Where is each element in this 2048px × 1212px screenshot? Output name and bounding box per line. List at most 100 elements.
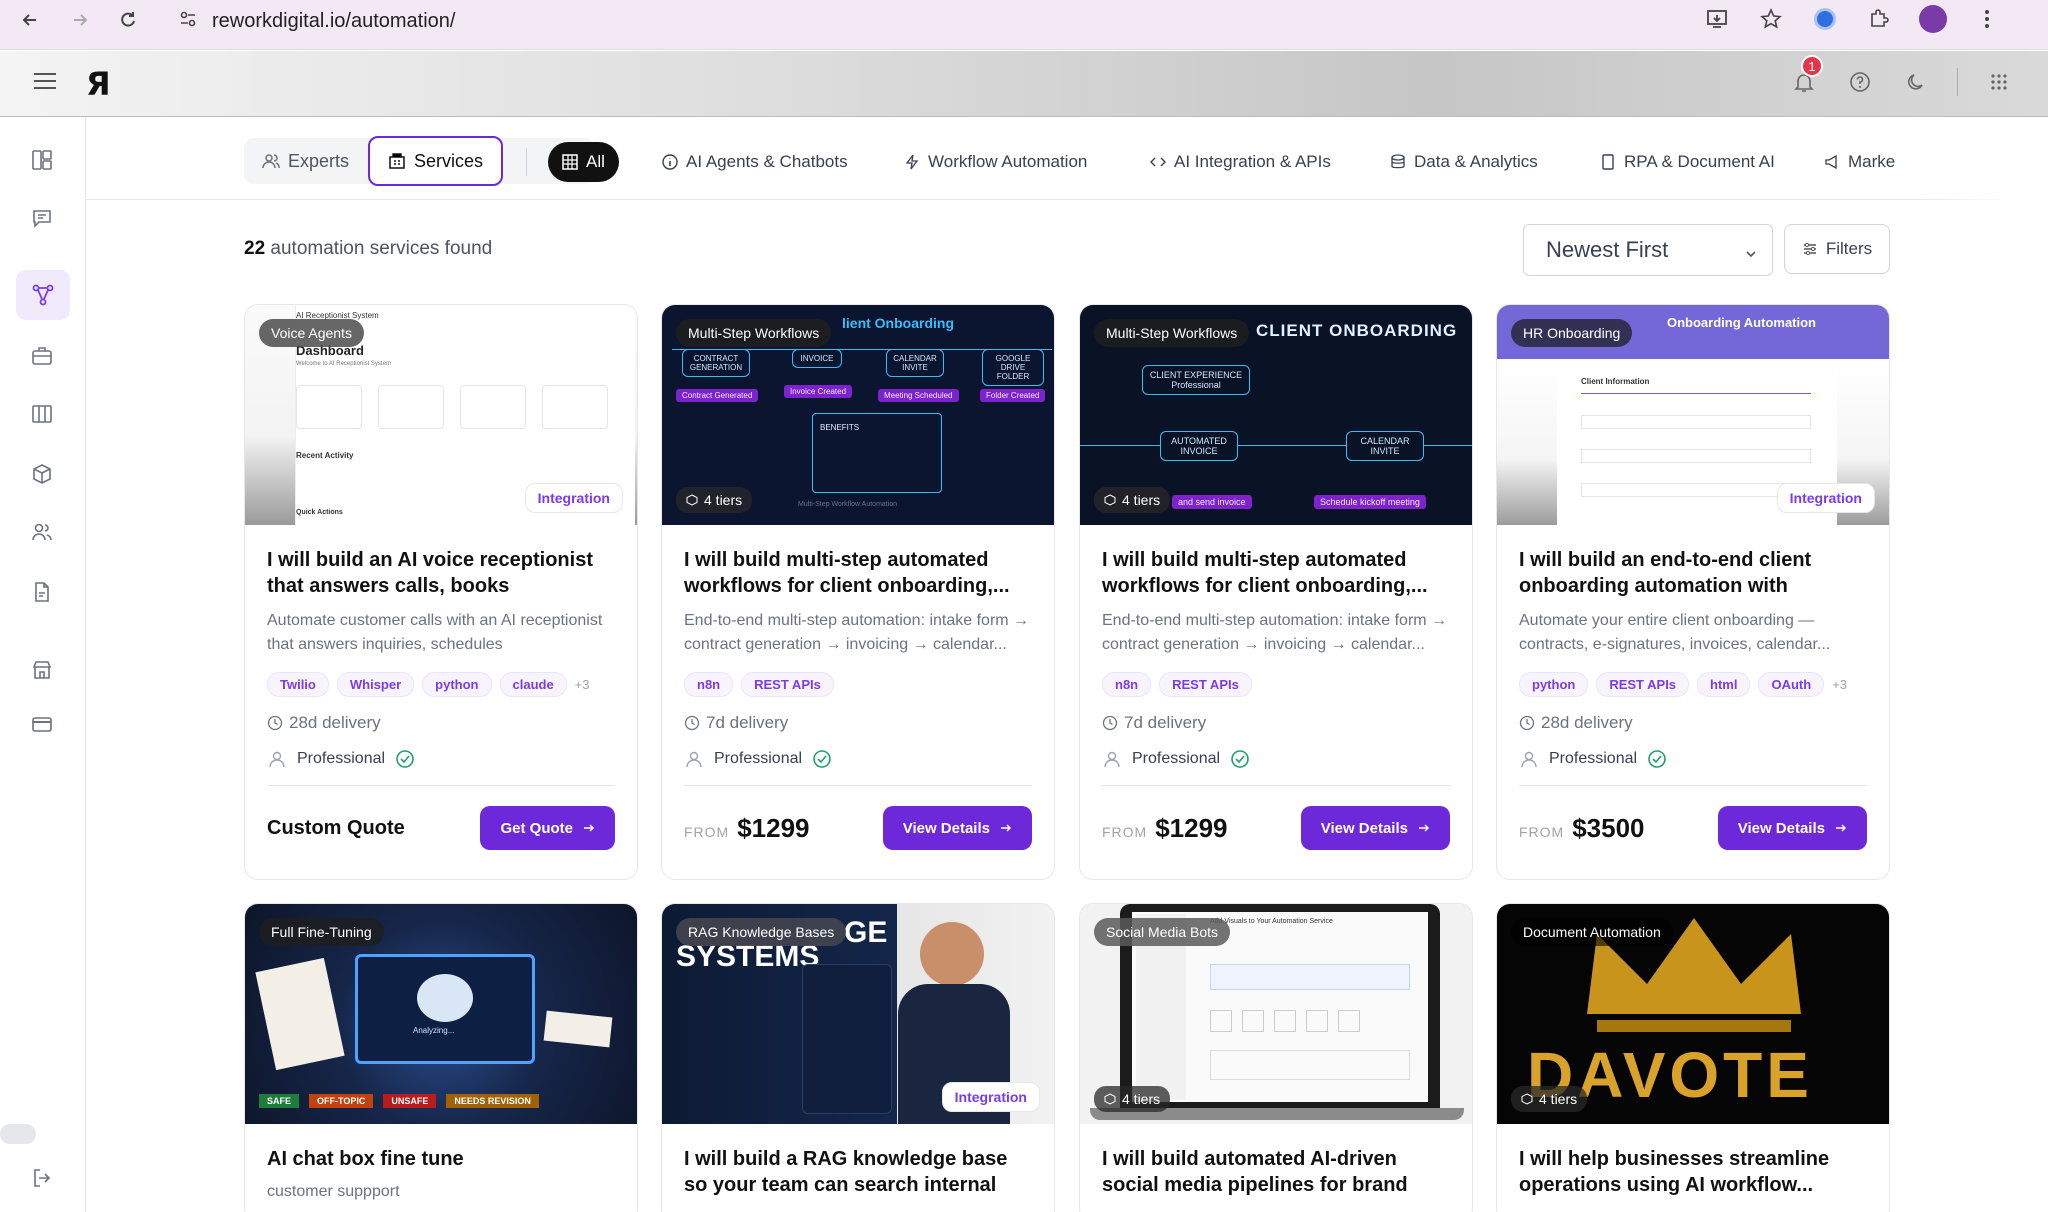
back-icon[interactable] [10, 0, 50, 40]
category-badge: Voice Agents [259, 319, 364, 347]
menu-toggle-icon[interactable] [34, 73, 56, 94]
filters-button[interactable]: Filters [1784, 224, 1890, 274]
view-details-button[interactable]: View Details [1300, 806, 1450, 850]
view-details-button[interactable]: View Details [1717, 806, 1867, 850]
service-card[interactable]: lient Onboarding CONTRACT GENERATION INV… [661, 304, 1055, 880]
database-icon [1391, 154, 1405, 169]
category-chip-ai-agents[interactable]: AI Agents & Chatbots [648, 142, 862, 182]
service-card[interactable]: AI Receptionist System Dashboard Welcome… [244, 304, 638, 880]
category-chip-rpa[interactable]: RPA & Document AI [1586, 142, 1789, 182]
logo[interactable]: Я [86, 65, 111, 103]
category-chip-workflow[interactable]: Workflow Automation [890, 142, 1101, 182]
verified-check-icon [1231, 750, 1249, 768]
service-card[interactable]: Onboarding Automation Client Information… [1496, 304, 1890, 880]
card-title[interactable]: I will help businesses streamline operat… [1519, 1146, 1867, 1198]
package-box-icon[interactable] [22, 454, 62, 494]
service-thumbnail: Add Visuals to Your Automation Service S… [1080, 904, 1472, 1124]
package-icon [1521, 1093, 1533, 1105]
experts-tab[interactable]: Experts [244, 138, 367, 184]
card-description: customer suppport [267, 1183, 400, 1200]
category-chip-integration[interactable]: AI Integration & APIs [1136, 142, 1345, 182]
card-title[interactable]: I will build an end-to-end client onboar… [1519, 547, 1867, 599]
help-icon[interactable] [1845, 67, 1875, 97]
profile-avatar[interactable] [1916, 2, 1950, 36]
logout-icon[interactable] [22, 1158, 62, 1198]
automation-workflow-icon[interactable] [16, 270, 70, 320]
document-icon [1602, 154, 1614, 170]
browser-actions [1700, 0, 2048, 38]
dashboard-icon[interactable] [22, 140, 62, 180]
tiers-text: 4 tiers [1122, 492, 1161, 508]
integration-badge: Integration [941, 1082, 1040, 1112]
thumb-text: CLIENT EXPERIENCE Professional [1142, 365, 1250, 395]
bookmark-star-icon[interactable] [1754, 2, 1788, 36]
price-label: Custom Quote [267, 816, 405, 839]
service-thumbnail: lient Onboarding CONTRACT GENERATION INV… [662, 305, 1054, 525]
extension-shield-icon[interactable] [1808, 2, 1842, 36]
tag: REST APIs [1159, 671, 1252, 697]
tag: Twilio [267, 671, 329, 697]
thumb-text: Meeting Scheduled [878, 389, 959, 402]
services-tab[interactable]: Services [368, 136, 504, 186]
sidebar-collapse-handle[interactable] [0, 1124, 36, 1144]
card-title[interactable]: I will build an AI voice receptionist th… [267, 547, 615, 599]
thumb-text: GE [844, 916, 888, 949]
sort-select[interactable]: Newest First [1523, 224, 1773, 276]
users-icon[interactable] [22, 512, 62, 552]
address-bar[interactable]: reworkdigital.io/automation/ [166, 2, 1806, 40]
messages-icon[interactable] [22, 198, 62, 238]
thumb-text: Schedule kickoff meeting [1314, 495, 1426, 509]
service-card[interactable]: Analyzing... SAFE OFF-TOPIC UNSAFE NEEDS… [244, 903, 638, 1212]
tag: REST APIs [1596, 671, 1690, 697]
dark-mode-moon-icon[interactable] [1901, 67, 1931, 97]
from-label: FROM [684, 823, 730, 840]
site-settings-icon[interactable] [178, 9, 198, 34]
category-chip-marketing[interactable]: Marke [1810, 142, 1909, 182]
user-icon [1104, 751, 1120, 768]
credit-card-icon[interactable] [22, 704, 62, 744]
category-chip-all[interactable]: All [548, 142, 619, 182]
install-app-icon[interactable] [1700, 2, 1734, 36]
apps-grid-icon[interactable] [1984, 67, 2014, 97]
more-menu-icon[interactable] [1970, 2, 2004, 36]
more-tags-count: +3 [1832, 676, 1848, 692]
thumb-text: GOOGLE DRIVE FOLDER [982, 349, 1044, 386]
user-icon [269, 751, 285, 768]
grid-icon [562, 154, 578, 170]
document-icon[interactable] [22, 572, 62, 612]
card-description: Automate your entire client onboarding —… [1519, 612, 1831, 653]
service-card[interactable]: SYSTEMS GE RAG Knowledge Bases Integrati… [661, 903, 1055, 1212]
more-tags-count: +3 [574, 676, 590, 692]
card-title[interactable]: I will build a RAG knowledge base so you… [684, 1146, 1032, 1198]
card-title[interactable]: I will build multi-step automated workfl… [1102, 547, 1450, 599]
thumb-text: Invoice Created [784, 385, 853, 398]
card-title[interactable]: I will build multi-step automated workfl… [684, 547, 1032, 599]
tag: n8n [1102, 671, 1152, 697]
service-card[interactable]: Add Visuals to Your Automation Service S… [1079, 903, 1473, 1212]
experts-services-toggle: Experts Services [244, 136, 594, 186]
category-badge: Multi-Step Workflows [676, 319, 832, 347]
briefcase-icon[interactable] [22, 336, 62, 376]
card-title[interactable]: I will build automated AI-driven social … [1102, 1146, 1450, 1198]
thumb-text: Client Information [1581, 377, 1650, 386]
seller-level: Professional [1102, 749, 1450, 786]
reload-icon[interactable] [108, 0, 148, 40]
category-chip-data[interactable]: Data & Analytics [1376, 142, 1552, 182]
view-details-button[interactable]: View Details [882, 806, 1032, 850]
tag: OAuth [1758, 671, 1825, 697]
get-quote-button[interactable]: Get Quote [480, 806, 615, 850]
kanban-board-icon[interactable] [22, 394, 62, 434]
header-divider [1957, 68, 1958, 96]
results-label: automation services found [270, 238, 493, 259]
forward-icon[interactable] [60, 0, 100, 40]
storefront-icon[interactable] [22, 650, 62, 690]
seller-level: Professional [684, 749, 1032, 786]
delivery-time: 7d delivery [684, 713, 1032, 733]
service-card[interactable]: CLIENT ONBOARDING CLIENT EXPERIENCE Prof… [1079, 304, 1473, 880]
service-card[interactable]: DAVOTE Document Automation 4 tiers I wil… [1496, 903, 1890, 1212]
integration-badge: Integration [1776, 483, 1875, 513]
notifications-bell-icon[interactable]: 1 [1789, 55, 1823, 97]
browser-toolbar: reworkdigital.io/automation/ [0, 0, 2048, 50]
extensions-puzzle-icon[interactable] [1862, 2, 1896, 36]
tag-list: python REST APIs html OAuth +3 [1519, 671, 1867, 697]
